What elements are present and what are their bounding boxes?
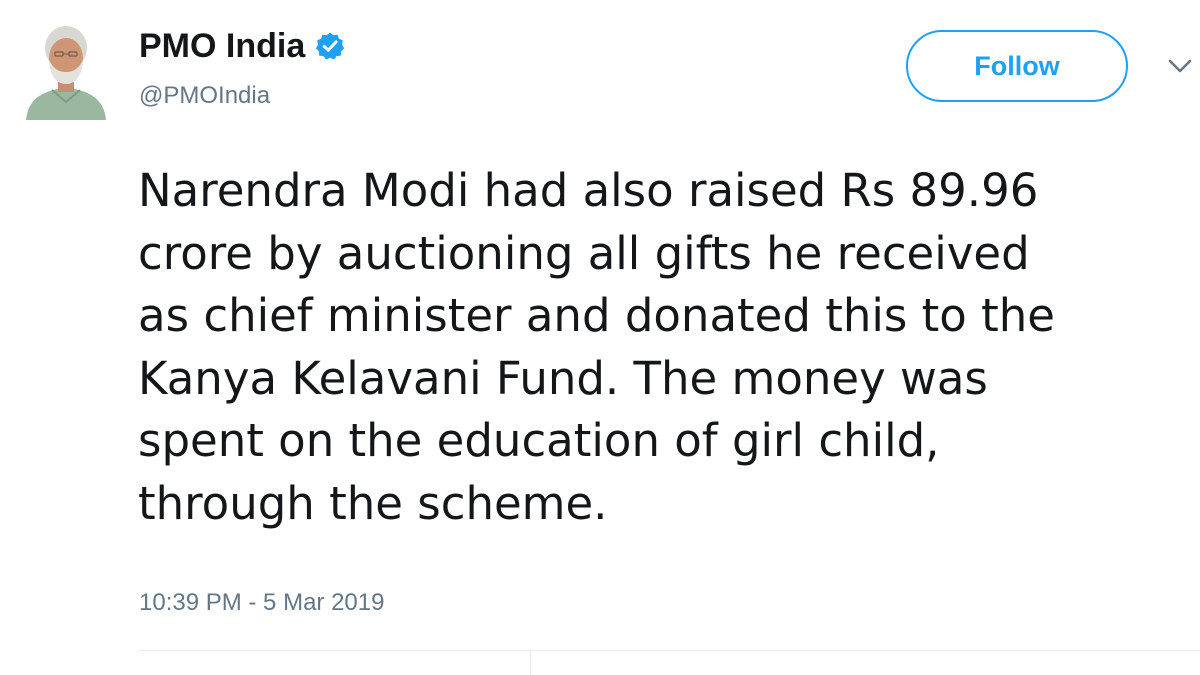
tweet-text: Narendra Modi had also raised Rs 89.96 c… (138, 164, 1055, 530)
author-display-name[interactable]: PMO India (139, 26, 305, 66)
divider-tick (530, 651, 531, 675)
tweet-timestamp[interactable]: 10:39 PM - 5 Mar 2019 (139, 588, 384, 618)
avatar-portrait-icon (22, 20, 110, 120)
author-name-row[interactable]: PMO India (139, 26, 345, 66)
author-handle[interactable]: @PMOIndia (139, 82, 270, 110)
follow-button[interactable]: Follow (906, 30, 1128, 102)
verified-badge-icon (315, 31, 345, 61)
profile-avatar[interactable] (22, 20, 110, 120)
divider (139, 650, 1200, 651)
chevron-down-icon[interactable] (1166, 56, 1194, 76)
tweet-card: PMO India @PMOIndia Follow Narendra Modi… (0, 0, 1200, 675)
